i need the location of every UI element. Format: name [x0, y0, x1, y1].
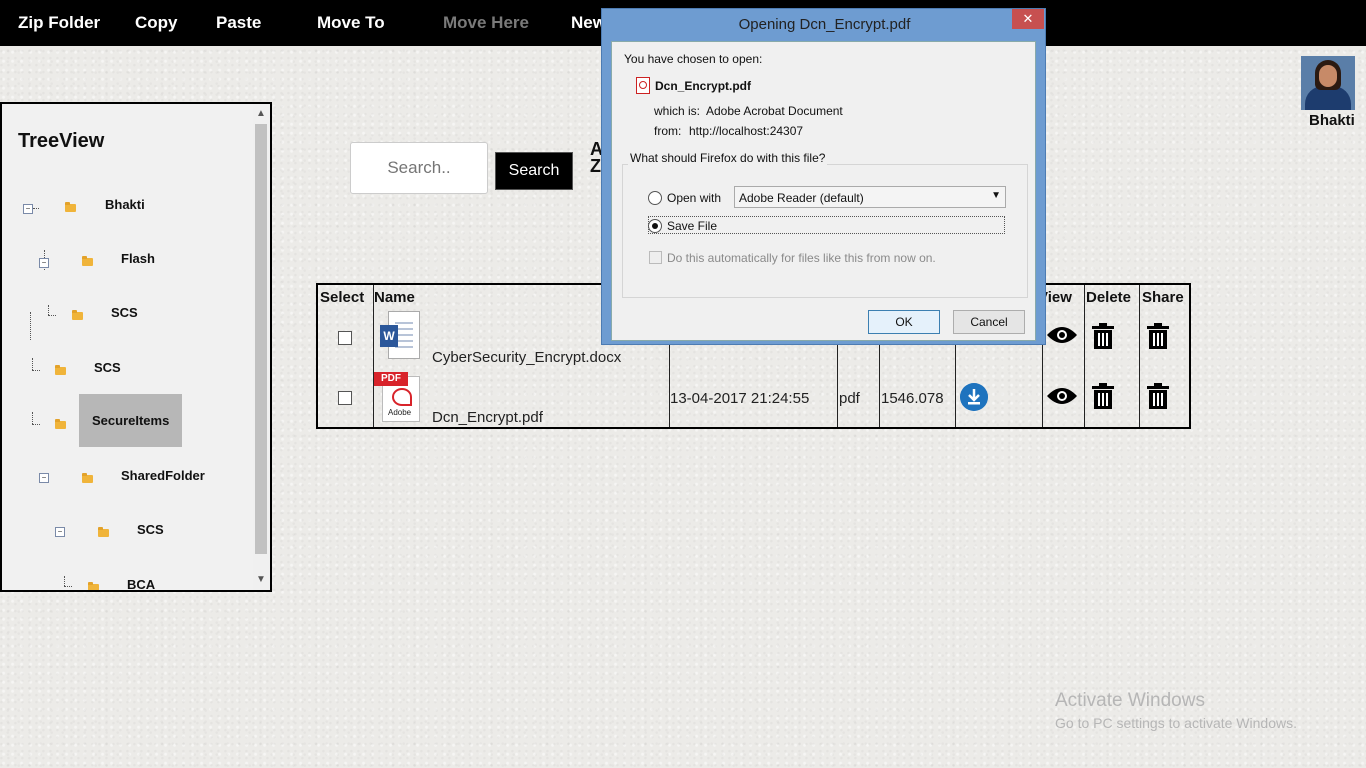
tree-scrollbar[interactable]: ▲ ▼: [253, 104, 270, 590]
file-name-link[interactable]: CyberSecurity_Encrypt.docx: [432, 349, 621, 366]
tree-connector: [32, 412, 33, 424]
folder-icon: [88, 582, 99, 590]
tree-item-secureitems[interactable]: SecureItems: [79, 394, 183, 447]
chosen-to-open-label: You have chosen to open:: [624, 52, 763, 66]
folder-icon: [55, 419, 66, 429]
folder-icon: [82, 473, 93, 483]
collapse-icon[interactable]: −: [23, 204, 33, 214]
column-header-select: Select: [320, 289, 365, 306]
open-file-dialog: Opening Dcn_Encrypt.pdf ✕ You have chose…: [601, 8, 1046, 345]
tree-connector: [32, 424, 40, 425]
share-trash-icon[interactable]: [1147, 323, 1169, 349]
tree-view-title: TreeView: [18, 130, 105, 152]
from-value: http://localhost:24307: [689, 124, 804, 138]
activate-windows-title: Activate Windows: [1055, 690, 1205, 711]
tree-item-scs-2[interactable]: SCS: [94, 360, 121, 375]
column-header-name: Name: [374, 289, 415, 306]
row-select-checkbox[interactable]: [338, 391, 352, 405]
search-input[interactable]: [350, 142, 488, 194]
collapse-icon[interactable]: −: [39, 473, 49, 483]
tree-connector: [64, 576, 65, 586]
tree-connector: [33, 208, 39, 209]
scroll-up-icon[interactable]: ▲: [255, 108, 267, 120]
zip-folder-button[interactable]: Zip Folder: [18, 13, 100, 33]
dialog-body: You have chosen to open: Dcn_Encrypt.pdf…: [611, 41, 1036, 341]
delete-trash-icon[interactable]: [1092, 323, 1114, 349]
activate-windows-subtitle: Go to PC settings to activate Windows.: [1055, 715, 1297, 731]
tree-connector: [32, 370, 40, 371]
download-icon[interactable]: [960, 383, 988, 411]
collapse-icon[interactable]: −: [39, 258, 49, 268]
folder-icon: [98, 527, 109, 537]
file-name-link[interactable]: Dcn_Encrypt.pdf: [432, 409, 543, 426]
column-header-share: Share: [1142, 289, 1184, 306]
folder-icon: [82, 256, 93, 266]
tree-connector: [30, 312, 31, 340]
tree-item-bhakti[interactable]: Bhakti: [105, 197, 145, 212]
user-name: Bhakti: [1309, 112, 1355, 129]
from-label: from:: [654, 124, 682, 138]
column-header-delete: Delete: [1086, 289, 1132, 306]
column-divider: [1139, 285, 1140, 427]
tree-connector: [64, 586, 72, 587]
application-select[interactable]: Adobe Reader (default) ▼: [734, 186, 1006, 208]
tree-item-flash[interactable]: Flash: [121, 251, 155, 266]
tree-connector: [32, 358, 33, 370]
which-is-label: which is:: [654, 104, 701, 118]
paste-button[interactable]: Paste: [216, 13, 261, 33]
file-size: 1546.078: [881, 390, 944, 407]
pdf-document-icon: PDF Adobe: [374, 372, 424, 422]
dialog-title: Opening Dcn_Encrypt.pdf: [738, 16, 911, 33]
search-button[interactable]: Search: [495, 152, 573, 190]
open-with-label[interactable]: Open with: [667, 191, 721, 205]
firefox-question: What should Firefox do with this file?: [628, 151, 828, 165]
dialog-filename: Dcn_Encrypt.pdf: [655, 79, 752, 93]
share-trash-icon[interactable]: [1147, 383, 1169, 409]
tree-view-panel: TreeView − Bhakti − Flash SCS SCS Secure…: [0, 102, 272, 592]
scroll-down-icon[interactable]: ▼: [255, 574, 267, 586]
auto-checkbox[interactable]: [649, 251, 662, 264]
delete-trash-icon[interactable]: [1092, 383, 1114, 409]
copy-button[interactable]: Copy: [135, 13, 178, 33]
chevron-down-icon: ▼: [991, 190, 1001, 201]
folder-icon: [55, 365, 66, 375]
tree-item-bca[interactable]: BCA: [127, 577, 155, 590]
view-eye-icon[interactable]: [1046, 386, 1078, 406]
save-file-label[interactable]: Save File: [667, 219, 717, 233]
ok-button[interactable]: OK: [868, 310, 940, 334]
collapse-icon[interactable]: −: [55, 527, 65, 537]
close-icon[interactable]: ✕: [1012, 9, 1044, 29]
tree-item-scs[interactable]: SCS: [111, 305, 138, 320]
save-file-radio[interactable]: [648, 219, 662, 233]
move-to-button[interactable]: Move To: [317, 13, 385, 33]
scrollbar-thumb[interactable]: [255, 124, 267, 554]
tree-item-sharedfolder[interactable]: SharedFolder: [121, 468, 205, 483]
avatar[interactable]: [1301, 56, 1355, 110]
row-select-checkbox[interactable]: [338, 331, 352, 345]
folder-icon: [72, 310, 83, 320]
application-select-value: Adobe Reader (default): [739, 191, 864, 205]
pdf-file-icon: [636, 77, 650, 94]
avatar-face-shape: [1319, 65, 1337, 87]
tree-item-scs-3[interactable]: SCS: [137, 522, 164, 537]
move-here-button[interactable]: Move Here: [443, 13, 529, 33]
view-eye-icon[interactable]: [1046, 325, 1078, 345]
column-divider: [1084, 285, 1085, 427]
cancel-button[interactable]: Cancel: [953, 310, 1025, 334]
auto-checkbox-label: Do this automatically for files like thi…: [667, 251, 936, 265]
open-with-radio[interactable]: [648, 191, 662, 205]
file-date: 13-04-2017 21:24:55: [670, 390, 810, 407]
tree-connector: [48, 305, 49, 315]
word-document-icon: W: [380, 311, 420, 359]
file-type: pdf: [839, 390, 860, 407]
tree-connector: [48, 315, 56, 316]
folder-icon: [65, 202, 76, 212]
which-is-value: Adobe Acrobat Document: [706, 104, 843, 118]
